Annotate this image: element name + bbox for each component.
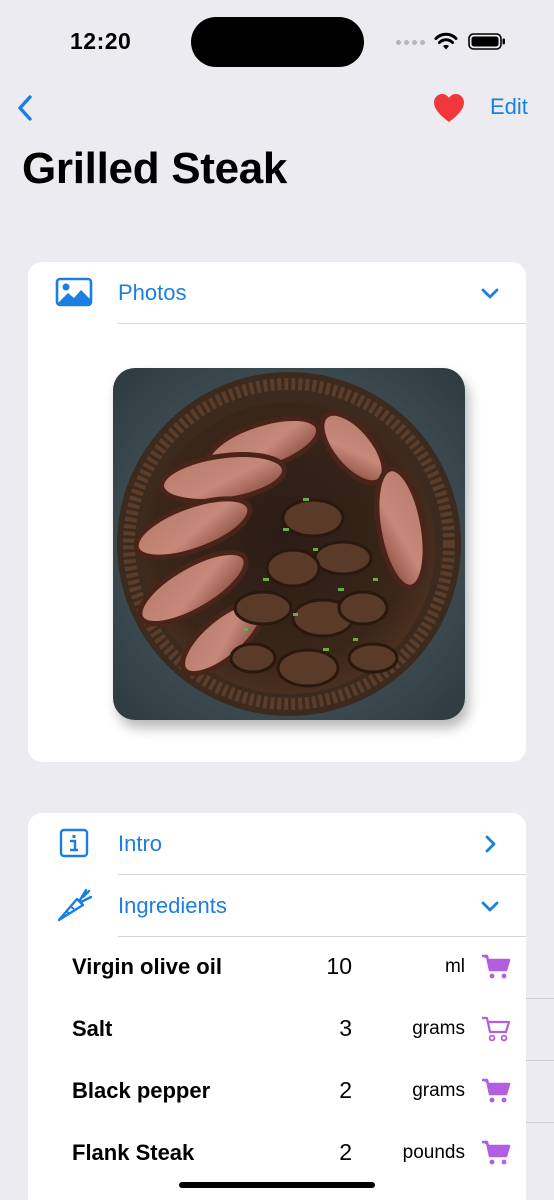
favorite-button[interactable] xyxy=(430,90,468,126)
info-icon xyxy=(54,825,94,861)
photos-section-label: Photos xyxy=(118,280,187,305)
ingredient-name: Virgin olive oil xyxy=(72,954,222,979)
row-separator xyxy=(526,1122,554,1123)
ingredient-quantity: 2 xyxy=(339,1077,352,1103)
add-to-cart-button[interactable] xyxy=(480,1139,512,1167)
row-separator xyxy=(526,1060,554,1061)
ingredient-unit: grams xyxy=(412,1018,465,1039)
ingredients-section-header[interactable]: Ingredients xyxy=(28,875,526,937)
ingredients-section-label: Ingredients xyxy=(118,893,227,918)
back-button[interactable] xyxy=(8,88,42,128)
ingredient-unit: pounds xyxy=(402,1142,465,1163)
cart-filled-icon xyxy=(482,1140,511,1165)
ingredient-unit: ml xyxy=(444,956,465,977)
ingredient-row[interactable]: Flank Steak 2 pounds xyxy=(28,1123,526,1185)
ingredient-quantity: 10 xyxy=(326,953,352,979)
chevron-down-icon xyxy=(478,893,502,919)
ingredient-quantity: 3 xyxy=(339,1015,352,1041)
row-separator xyxy=(526,998,554,999)
ingredient-name: Salt xyxy=(72,1016,113,1041)
cellular-signal-icon xyxy=(396,37,430,47)
ingredient-quantity: 2 xyxy=(339,1139,352,1165)
ingredient-unit: grams xyxy=(412,1080,465,1101)
dynamic-island xyxy=(191,17,364,67)
add-to-cart-button[interactable] xyxy=(480,1015,512,1043)
chevron-down-icon xyxy=(478,280,502,306)
heart-icon xyxy=(434,94,464,122)
add-to-cart-button[interactable] xyxy=(480,1077,512,1105)
intro-section-label: Intro xyxy=(118,831,163,856)
photo-icon xyxy=(54,274,94,310)
battery-icon xyxy=(468,33,505,50)
chevron-left-icon xyxy=(18,95,32,121)
wifi-icon xyxy=(434,32,458,50)
ingredient-row[interactable]: Black pepper 2 grams xyxy=(28,1061,526,1123)
intro-section-header[interactable]: Intro xyxy=(28,813,526,875)
cart-filled-icon xyxy=(482,1078,511,1103)
ingredient-name: Flank Steak xyxy=(72,1140,195,1165)
details-card: Intro Ingredients Virgin olive oil 10 ml xyxy=(28,813,526,1200)
chevron-right-icon xyxy=(478,831,502,857)
grilled-steak-photo xyxy=(113,368,465,720)
carrot-icon xyxy=(54,887,94,923)
photos-section-header[interactable]: Photos xyxy=(28,262,526,324)
page-title: Grilled Steak xyxy=(22,144,288,193)
cart-outline-icon xyxy=(482,1016,511,1042)
status-bar: 12:20 xyxy=(0,0,554,80)
status-time: 12:20 xyxy=(70,28,132,54)
add-to-cart-button[interactable] xyxy=(480,953,512,981)
cart-filled-icon xyxy=(482,954,511,979)
edit-button[interactable]: Edit xyxy=(490,94,528,120)
ingredient-row[interactable]: Virgin olive oil 10 ml xyxy=(28,937,526,999)
home-indicator[interactable] xyxy=(179,1182,375,1188)
recipe-photo[interactable] xyxy=(113,368,465,720)
divider xyxy=(118,323,526,324)
photos-card: Photos xyxy=(28,262,526,762)
ingredient-name: Black pepper xyxy=(72,1078,211,1103)
navigation-bar: Edit xyxy=(0,84,554,132)
ingredient-row[interactable]: Salt 3 grams xyxy=(28,999,526,1061)
